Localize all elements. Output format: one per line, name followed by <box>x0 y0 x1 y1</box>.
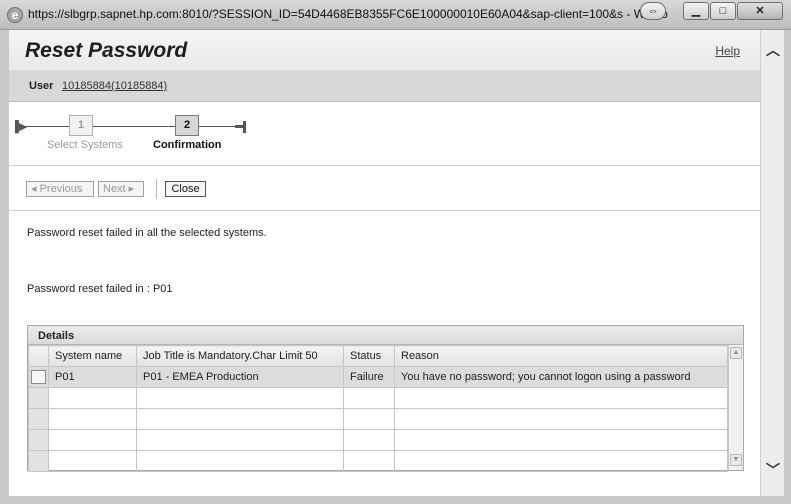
maximize-button[interactable]: □ <box>710 2 736 20</box>
roadmap: ▐▶ 1 2 Select Systems Confirmation <box>9 102 760 166</box>
row-selector[interactable] <box>28 408 49 430</box>
status-message: Password reset failed in all the selecte… <box>27 227 267 239</box>
details-header: Details <box>28 326 743 345</box>
empty-cell <box>48 429 137 451</box>
empty-cell <box>136 387 344 409</box>
column-header-system-name[interactable]: System name <box>48 345 137 367</box>
row-selector[interactable] <box>28 387 49 409</box>
empty-cell <box>136 408 344 430</box>
toolbar: ◂ Previous Next ▸ Close <box>9 175 760 201</box>
empty-cell <box>394 429 728 451</box>
user-label: User <box>29 80 54 92</box>
column-header-reason[interactable]: Reason <box>394 345 728 367</box>
window-title: https://slbgrp.sapnet.hp.com:8010/?SESSI… <box>28 7 668 21</box>
toolbar-separator <box>156 179 157 199</box>
close-button[interactable]: Close <box>165 181 206 197</box>
column-header-job-title[interactable]: Job Title is Mandatory.Char Limit 50 <box>136 345 344 367</box>
roadmap-connector <box>199 126 239 127</box>
scroll-up-icon[interactable]: ︿ <box>761 40 785 62</box>
row-selector[interactable] <box>28 450 49 472</box>
roadmap-connector <box>23 126 69 127</box>
details-table: System name Job Title is Mandatory.Char … <box>28 345 728 472</box>
table-header-row: System name Job Title is Mandatory.Char … <box>28 345 728 367</box>
vertical-scrollbar[interactable]: ︿ ﹀ <box>760 30 784 496</box>
select-all-cell[interactable] <box>28 345 49 367</box>
roadmap-step-1-label: Select Systems <box>47 139 123 151</box>
reason-cell: You have no password; you cannot logon u… <box>394 366 728 388</box>
divider <box>9 165 760 166</box>
table-scroll-down-icon[interactable]: ▼ <box>730 454 742 466</box>
previous-label: Previous <box>39 183 83 195</box>
system-name-cell: P01 <box>48 366 137 388</box>
empty-cell <box>136 429 344 451</box>
restore-arrows-icon[interactable]: ⇔ <box>640 2 666 20</box>
empty-cell <box>343 450 395 472</box>
roadmap-start-icon: ▐▶ <box>11 121 28 133</box>
close-window-button[interactable]: ✕ <box>737 2 783 20</box>
divider <box>9 210 760 211</box>
table-scroll-up-icon[interactable]: ▲ <box>730 347 742 359</box>
empty-cell <box>136 450 344 472</box>
page-title: Reset Password <box>25 39 188 62</box>
empty-cell <box>343 408 395 430</box>
empty-cell <box>394 450 728 472</box>
minimize-button[interactable]: ▁ <box>683 2 709 20</box>
chevron-right-icon: ▸ <box>125 183 135 195</box>
dialog-content: Reset Password Help User 10185884(101858… <box>9 30 760 496</box>
empty-cell <box>48 450 137 472</box>
roadmap-connector <box>93 126 175 127</box>
empty-cell <box>394 408 728 430</box>
empty-cell <box>48 387 137 409</box>
user-link[interactable]: 10185884(10185884) <box>62 80 167 92</box>
table-row-empty <box>28 387 728 409</box>
empty-cell <box>343 387 395 409</box>
status-cell: Failure <box>343 366 395 388</box>
user-bar: User 10185884(10185884) <box>9 70 760 102</box>
table-scrollbar[interactable]: ▲ ▼ <box>728 345 743 470</box>
empty-cell <box>394 387 728 409</box>
column-header-status[interactable]: Status <box>343 345 395 367</box>
scroll-down-icon[interactable]: ﹀ <box>761 460 785 482</box>
roadmap-step-2[interactable]: 2 <box>175 115 199 136</box>
roadmap-step-1[interactable]: 1 <box>69 115 93 136</box>
previous-button[interactable]: ◂ Previous <box>26 181 94 197</box>
next-label: Next <box>103 183 126 195</box>
table-row-empty <box>28 429 728 451</box>
browser-icon: e <box>7 7 23 23</box>
row-selector[interactable] <box>28 366 49 388</box>
table-row-empty <box>28 450 728 472</box>
row-selector[interactable] <box>28 429 49 451</box>
table-row-empty <box>28 408 728 430</box>
table-row[interactable]: P01 P01 - EMEA Production Failure You ha… <box>28 366 728 388</box>
window-frame-left <box>0 30 9 504</box>
job-title-cell: P01 - EMEA Production <box>136 366 344 388</box>
chevron-left-icon: ◂ <box>31 183 40 195</box>
window-frame-bottom <box>0 496 791 504</box>
details-title: Details <box>38 330 75 342</box>
roadmap-end-cap <box>238 121 246 133</box>
window-frame-right <box>784 30 791 504</box>
empty-cell <box>48 408 137 430</box>
details-panel: Details System name Job Title is Mandato… <box>27 325 744 472</box>
failed-systems-message: Password reset failed in : P01 <box>27 283 173 295</box>
window-titlebar: e https://slbgrp.sapnet.hp.com:8010/?SES… <box>0 0 791 30</box>
empty-cell <box>343 429 395 451</box>
help-link[interactable]: Help <box>715 44 740 58</box>
roadmap-step-2-label: Confirmation <box>153 139 222 151</box>
next-button[interactable]: Next ▸ <box>98 181 144 197</box>
dialog-header: Reset Password Help <box>9 30 760 70</box>
